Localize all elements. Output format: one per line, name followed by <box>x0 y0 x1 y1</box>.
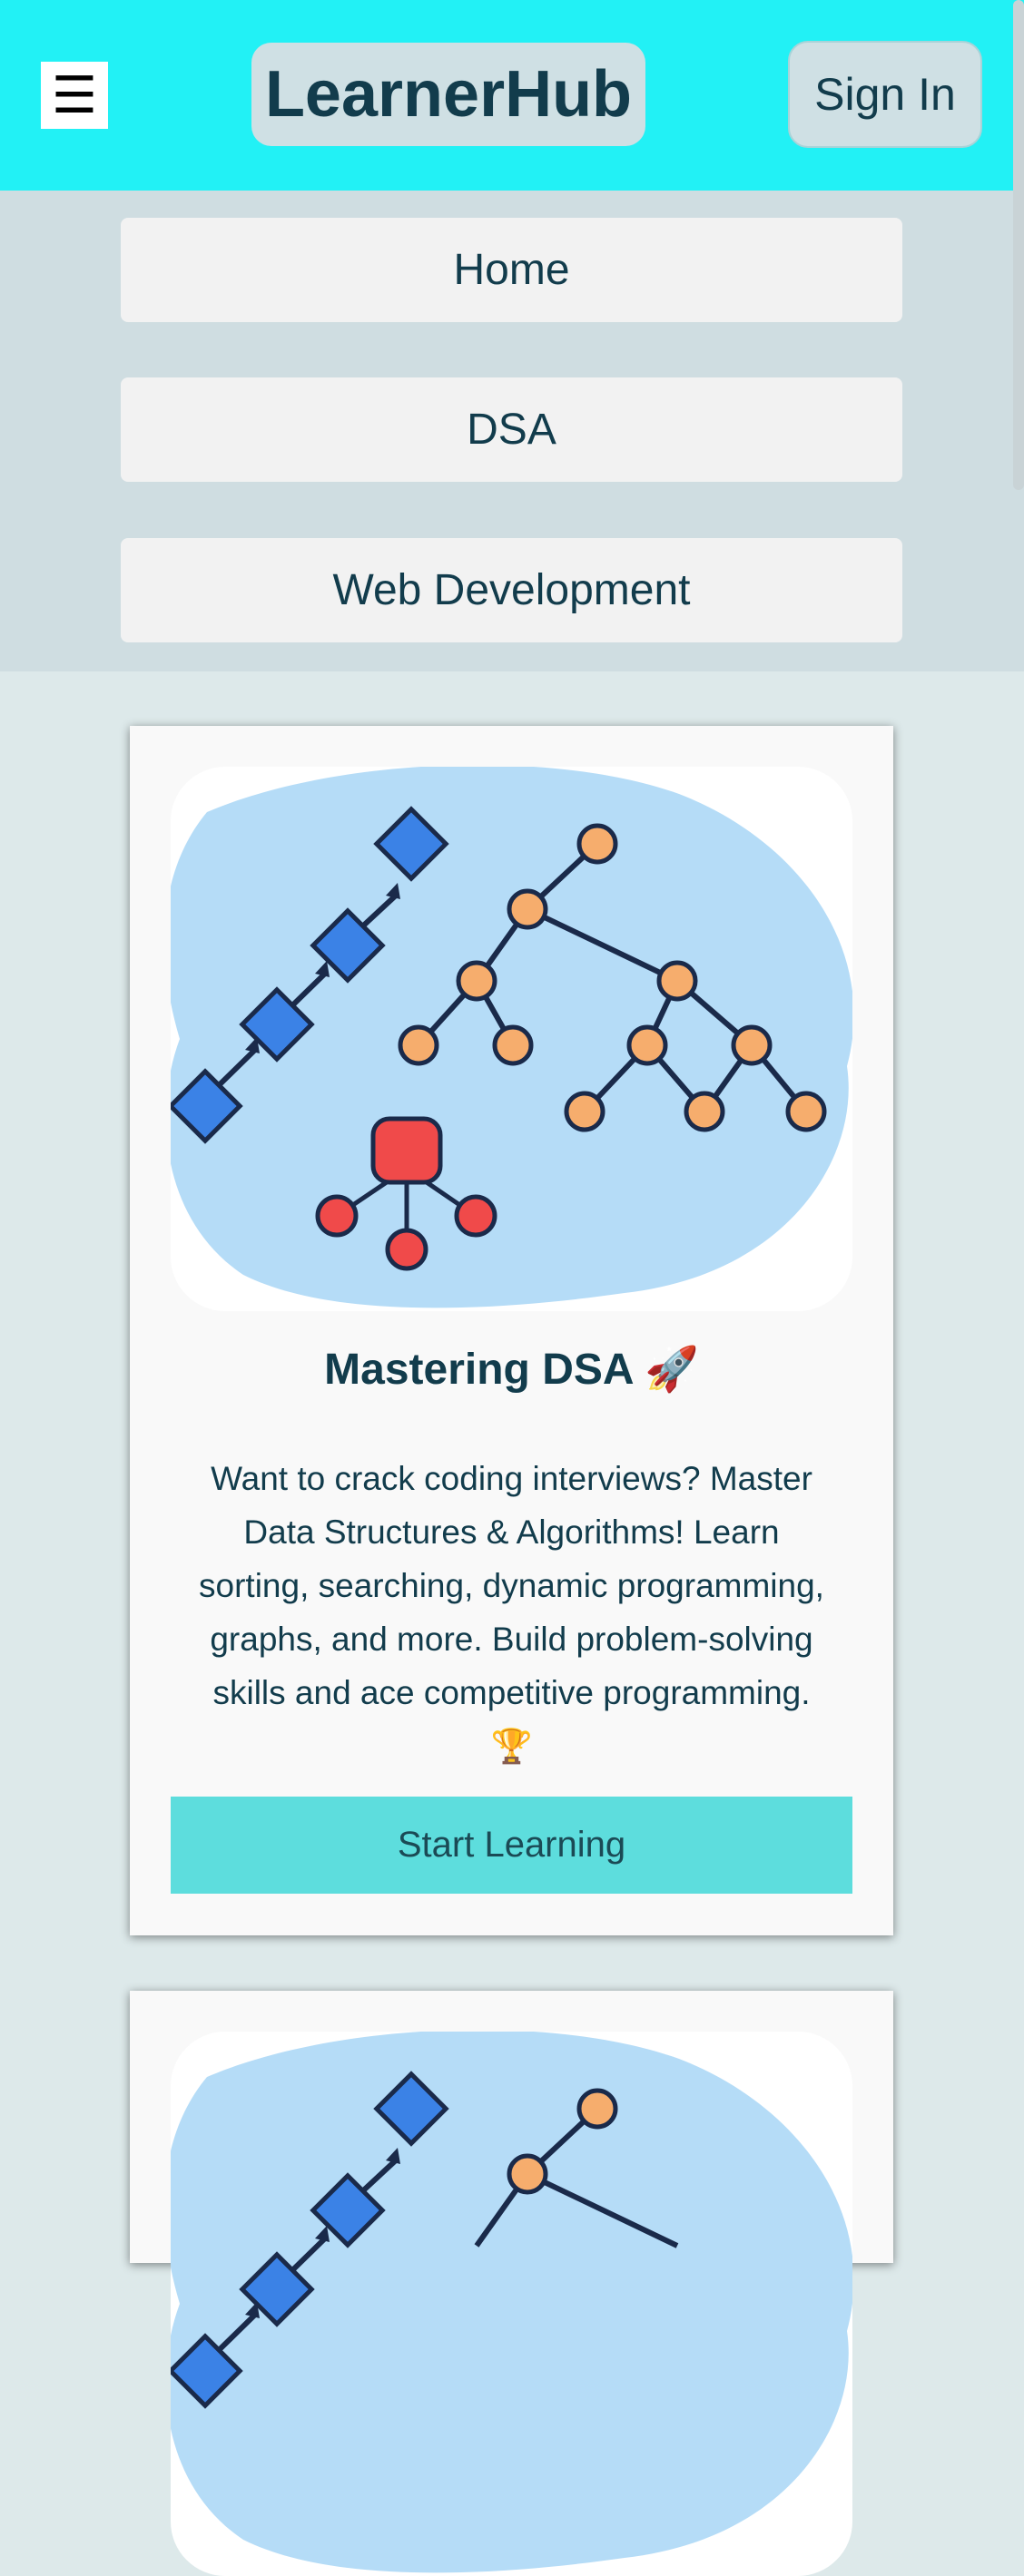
card-description: Want to crack coding interviews? Master … <box>199 1460 824 1765</box>
nav-item-web-development[interactable]: Web Development <box>121 538 902 642</box>
nav-menu: Home DSA Web Development <box>0 191 1024 671</box>
menu-glyph: ☰ <box>51 66 98 123</box>
data-structures-illustration <box>171 2032 852 2576</box>
sign-in-button[interactable]: Sign In <box>788 41 982 148</box>
course-card <box>130 1991 893 2576</box>
card-title: Mastering DSA 🚀 <box>324 1346 699 1394</box>
header: ☰ LearnerHub Sign In <box>0 0 1024 191</box>
logo[interactable]: LearnerHub <box>251 43 645 146</box>
hamburger-icon[interactable]: ☰ <box>41 62 108 129</box>
data-structures-illustration <box>171 767 852 1311</box>
course-card: Mastering DSA 🚀 Want to crack coding int… <box>130 726 893 1935</box>
nav-item-home[interactable]: Home <box>121 218 902 322</box>
page-scrollbar[interactable] <box>1013 0 1024 490</box>
nav-item-dsa[interactable]: DSA <box>121 377 902 482</box>
start-learning-button[interactable]: Start Learning <box>171 1797 852 1894</box>
